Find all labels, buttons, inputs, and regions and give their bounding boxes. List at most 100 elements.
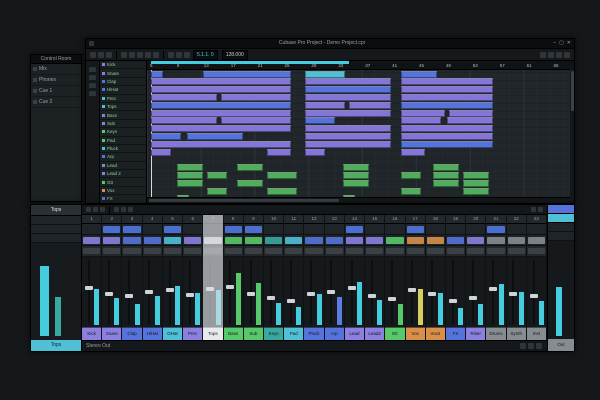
mixer-snapshot-icon[interactable] xyxy=(531,207,536,212)
clip[interactable] xyxy=(343,172,369,179)
eq-rack-cell[interactable] xyxy=(163,246,182,257)
track-row[interactable]: Bass xyxy=(100,111,146,119)
track-row[interactable]: HiHat xyxy=(100,86,146,94)
cycle-icon[interactable] xyxy=(168,52,174,58)
clip[interactable] xyxy=(305,86,391,93)
send-slot-cell[interactable] xyxy=(164,237,181,244)
mixer-channel[interactable]: 10Keys xyxy=(264,215,284,340)
eq-curve-cell[interactable] xyxy=(487,248,504,254)
clip[interactable] xyxy=(401,71,437,78)
send-rack-cell[interactable] xyxy=(446,235,465,246)
channel-name[interactable]: Pad xyxy=(284,327,303,340)
eq-rack-cell[interactable] xyxy=(426,246,445,257)
channel-name[interactable]: Lead2 xyxy=(365,327,384,340)
fader-handle[interactable] xyxy=(388,297,396,301)
fader-handle[interactable] xyxy=(489,287,497,291)
send-slot-cell[interactable] xyxy=(407,237,424,244)
insert-plugin-cell[interactable] xyxy=(103,226,120,233)
clip[interactable] xyxy=(401,141,493,148)
send-rack-cell[interactable] xyxy=(82,235,101,246)
cycle-locator-bar[interactable] xyxy=(151,61,349,64)
clip[interactable] xyxy=(401,188,421,195)
select-tool-icon[interactable] xyxy=(121,52,127,58)
mixer-racks-icon[interactable] xyxy=(93,207,98,212)
channel-name[interactable]: Synth xyxy=(507,327,526,340)
mixer-channel[interactable]: 18Vox2 xyxy=(426,215,446,340)
mixer-channel[interactable]: 12Pluck xyxy=(304,215,324,340)
mixer-channel[interactable]: 16Gtr xyxy=(385,215,405,340)
insert-rack-cell[interactable] xyxy=(345,224,364,235)
insert-rack-cell[interactable] xyxy=(446,224,465,235)
eq-rack-cell[interactable] xyxy=(507,246,526,257)
control-room-row[interactable]: Cue 1 xyxy=(31,86,81,97)
clip[interactable] xyxy=(151,86,291,93)
insert-rack-cell[interactable] xyxy=(365,224,384,235)
clip[interactable] xyxy=(151,117,217,124)
master-slot[interactable] xyxy=(548,223,574,232)
clip[interactable] xyxy=(449,110,493,117)
clip[interactable] xyxy=(305,94,391,101)
eq-rack-cell[interactable] xyxy=(527,246,546,257)
eq-curve-cell[interactable] xyxy=(528,248,545,254)
activate-project-icon[interactable] xyxy=(90,52,96,58)
eq-rack-cell[interactable] xyxy=(325,246,344,257)
clip[interactable] xyxy=(207,188,227,195)
clip[interactable] xyxy=(267,172,297,179)
clip[interactable] xyxy=(177,164,203,171)
fader-handle[interactable] xyxy=(408,288,416,292)
eq-rack-cell[interactable] xyxy=(365,246,384,257)
clip[interactable] xyxy=(177,180,203,187)
insert-rack-cell[interactable] xyxy=(163,224,182,235)
right-zone-icon[interactable] xyxy=(564,52,570,58)
track-row[interactable]: Arp xyxy=(100,153,146,161)
track-row[interactable]: Pad xyxy=(100,137,146,145)
clip[interactable] xyxy=(305,125,391,132)
insert-rack-cell[interactable] xyxy=(325,224,344,235)
eq-curve-cell[interactable] xyxy=(144,248,161,254)
send-rack-cell[interactable] xyxy=(244,235,263,246)
clip[interactable] xyxy=(237,164,263,171)
track-row[interactable]: Vox xyxy=(100,187,146,195)
send-slot-cell[interactable] xyxy=(83,237,100,244)
clip[interactable] xyxy=(267,149,291,156)
minimize-button[interactable]: – xyxy=(553,39,556,48)
eq-rack-cell[interactable] xyxy=(304,246,323,257)
send-slot-cell[interactable] xyxy=(305,237,322,244)
eq-curve-cell[interactable] xyxy=(83,248,100,254)
mixer-channel[interactable]: 22Synth xyxy=(507,215,527,340)
send-slot-cell[interactable] xyxy=(508,237,525,244)
event-display[interactable] xyxy=(147,70,574,197)
fader-handle[interactable] xyxy=(428,292,436,296)
inspector-tab-icon[interactable] xyxy=(89,75,96,80)
insert-rack-cell[interactable] xyxy=(527,224,546,235)
send-rack-cell[interactable] xyxy=(284,235,303,246)
channel-name[interactable]: Clap xyxy=(122,327,141,340)
clip[interactable] xyxy=(463,172,489,179)
mixer-channel[interactable]: 4HiHat xyxy=(143,215,163,340)
send-rack-cell[interactable] xyxy=(466,235,485,246)
selected-channel-name[interactable]: Tops xyxy=(31,340,81,351)
fader-handle[interactable] xyxy=(530,294,538,298)
mixer-channel[interactable]: 6Perc xyxy=(183,215,203,340)
eq-curve-cell[interactable] xyxy=(346,248,363,254)
scrollbar-thumb[interactable] xyxy=(149,199,339,202)
clip[interactable] xyxy=(305,110,391,117)
insert-rack-cell[interactable] xyxy=(507,224,526,235)
control-room-row[interactable]: Cue 2 xyxy=(31,97,81,108)
fader-handle[interactable] xyxy=(509,292,517,296)
eq-rack-cell[interactable] xyxy=(385,246,404,257)
eq-rack-cell[interactable] xyxy=(244,246,263,257)
send-rack-cell[interactable] xyxy=(507,235,526,246)
eq-rack-cell[interactable] xyxy=(446,246,465,257)
mixer-channel[interactable]: 2Snare xyxy=(102,215,122,340)
eq-curve-cell[interactable] xyxy=(407,248,424,254)
timeline-ruler[interactable]: 591317212529333741454953576165 xyxy=(147,61,574,70)
insert-rack-cell[interactable] xyxy=(426,224,445,235)
channel-name[interactable]: Lead xyxy=(345,327,364,340)
clip[interactable] xyxy=(463,188,489,195)
erase-tool-icon[interactable] xyxy=(153,52,159,58)
send-rack-cell[interactable] xyxy=(163,235,182,246)
mixer-filter-icon[interactable] xyxy=(100,207,105,212)
fader-handle[interactable] xyxy=(247,292,255,296)
eq-rack-cell[interactable] xyxy=(203,246,222,257)
